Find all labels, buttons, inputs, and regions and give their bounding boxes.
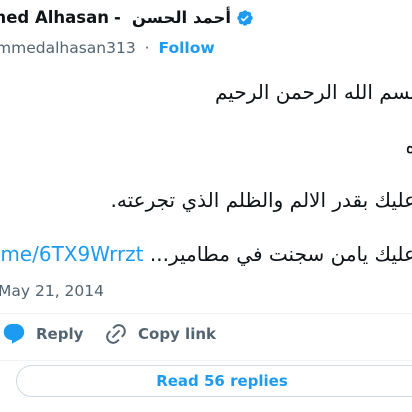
copy-link-label: Copy link [138,325,216,343]
reply-button[interactable]: Reply [2,322,83,346]
follow-button[interactable]: Follow [159,39,215,57]
divider [0,360,412,361]
verified-badge-icon [236,9,254,27]
author-display-name[interactable]: med Alhasan [0,8,109,27]
author-handle[interactable]: mmedalhasan313 [0,39,136,57]
tweet-text-line-2: ه [405,134,412,158]
reply-bubble-icon [3,324,25,344]
author-arabic-name[interactable]: أحمد الحسن [132,8,231,27]
read-replies-button[interactable]: Read 56 replies [16,365,412,397]
tweet-link[interactable]: me/6TX9Wrrzt [0,242,143,266]
author-handle-line: mmedalhasan313 · Follow [0,39,215,57]
tweet-text-line-3: عليك بقدر الالم والظلم الذي تجرعته. [110,188,412,212]
copy-link-button[interactable]: Copy link [104,322,216,346]
tweet-text-line-1: بسم الله الرحمن الرحيم [214,80,412,104]
tweet-text-line-4-text: عليك يامن سجنت في مطامير... [149,242,412,266]
link-icon [106,324,126,344]
name-separator: - [113,8,121,27]
tweet-timestamp[interactable]: May 21, 2014 [0,282,104,300]
tweet-card: med Alhasan - أحمد الحسن mmedalhasan313 … [0,0,412,412]
reply-label: Reply [36,325,84,343]
handle-dot: · [144,39,150,57]
read-replies-label: Read 56 replies [156,372,288,390]
divider [0,313,412,314]
author-name-line[interactable]: med Alhasan - أحمد الحسن [0,8,254,27]
tweet-text-line-4: عليك يامن سجنت في مطامير... me/6TX9Wrrzt [0,242,412,266]
